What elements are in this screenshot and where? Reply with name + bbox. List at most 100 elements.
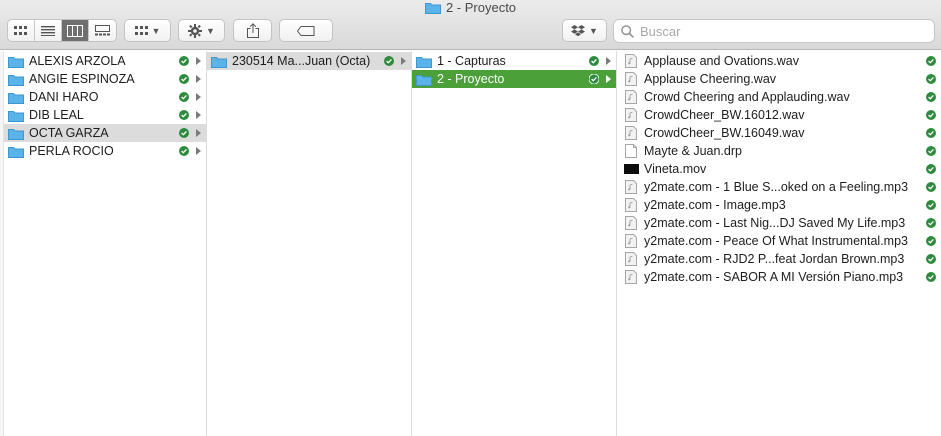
synced-check-icon — [179, 92, 189, 102]
list-view-button[interactable] — [35, 20, 63, 41]
item-label: 1 - Capturas — [437, 54, 506, 68]
column-1[interactable]: ALEXIS ARZOLA ANGIE ESPINOZA DANI HARO D… — [4, 51, 207, 436]
column-2[interactable]: 230514 Ma...Juan (Octa) — [207, 51, 412, 436]
folder-icon — [416, 72, 432, 86]
file-name: Applause and Ovations.wav — [644, 54, 799, 68]
column-3[interactable]: 1 - Capturas 2 - Proyecto — [412, 51, 617, 436]
column-browser: ALEXIS ARZOLA ANGIE ESPINOZA DANI HARO D… — [0, 51, 941, 436]
file-row[interactable]: CrowdCheer_BW.16049.wav — [617, 124, 941, 142]
list-item[interactable]: 1 - Capturas — [412, 52, 616, 70]
list-item[interactable]: DIB LEAL — [4, 106, 206, 124]
file-row[interactable]: y2mate.com - RJD2 P...feat Jordan Brown.… — [617, 250, 941, 268]
synced-check-icon — [589, 74, 599, 84]
folder-icon — [424, 1, 441, 18]
view-mode-control — [7, 19, 117, 42]
item-label: PERLA ROCIO — [29, 144, 114, 158]
synced-check-icon — [926, 110, 936, 120]
folder-icon — [8, 144, 24, 158]
chevron-right-icon — [196, 57, 201, 65]
item-label: DIB LEAL — [29, 108, 84, 122]
file-name: CrowdCheer_BW.16012.wav — [644, 108, 805, 122]
list-item-selected[interactable]: 2 - Proyecto — [412, 70, 616, 88]
group-by-button[interactable]: ▼ — [124, 19, 171, 42]
gallery-view-button[interactable] — [89, 20, 116, 41]
list-item[interactable]: PERLA ROCIO — [4, 142, 206, 160]
search-field[interactable] — [613, 19, 935, 43]
list-item[interactable]: DANI HARO — [4, 88, 206, 106]
item-label: DANI HARO — [29, 90, 99, 104]
synced-check-icon — [926, 164, 936, 174]
chevron-right-icon — [196, 147, 201, 155]
list-item[interactable]: ALEXIS ARZOLA — [4, 52, 206, 70]
file-row[interactable]: y2mate.com - Peace Of What Instrumental.… — [617, 232, 941, 250]
folder-icon — [8, 54, 24, 68]
synced-check-icon — [926, 236, 936, 246]
search-input[interactable] — [640, 23, 920, 39]
chevron-right-icon — [196, 75, 201, 83]
file-row[interactable]: Mayte & Juan.drp — [617, 142, 941, 160]
search-icon — [621, 24, 634, 38]
chevron-down-icon: ▼ — [589, 25, 598, 36]
dropbox-button[interactable]: ▼ — [562, 19, 607, 42]
list-item[interactable]: ANGIE ESPINOZA — [4, 70, 206, 88]
video-file-icon — [623, 162, 639, 176]
list-item-selected[interactable]: 230514 Ma...Juan (Octa) — [207, 52, 411, 70]
chevron-right-icon — [196, 129, 201, 137]
synced-check-icon — [926, 254, 936, 264]
file-name: CrowdCheer_BW.16049.wav — [644, 126, 805, 140]
synced-check-icon — [179, 74, 189, 84]
folder-icon — [211, 54, 227, 68]
audio-file-icon — [623, 180, 639, 194]
file-name: y2mate.com - Image.mp3 — [644, 198, 786, 212]
list-item-selected[interactable]: OCTA GARZA — [4, 124, 206, 142]
icon-view-button[interactable] — [8, 20, 35, 41]
action-button[interactable]: ▼ — [178, 19, 225, 42]
file-row[interactable]: CrowdCheer_BW.16012.wav — [617, 106, 941, 124]
file-name: Mayte & Juan.drp — [644, 144, 742, 158]
synced-check-icon — [926, 56, 936, 66]
audio-file-icon — [623, 108, 639, 122]
synced-check-icon — [179, 110, 189, 120]
item-label: OCTA GARZA — [29, 126, 109, 140]
file-row[interactable]: y2mate.com - Last Nig...DJ Saved My Life… — [617, 214, 941, 232]
file-name: y2mate.com - SABOR A MI Versión Piano.mp… — [644, 270, 904, 284]
file-name: y2mate.com - Peace Of What Instrumental.… — [644, 234, 908, 248]
icon-grid-icon — [14, 25, 28, 35]
file-row[interactable]: Crowd Cheering and Applauding.wav — [617, 88, 941, 106]
file-row[interactable]: y2mate.com - SABOR A MI Versión Piano.mp… — [617, 268, 941, 286]
file-row[interactable]: Applause Cheering.wav — [617, 70, 941, 88]
synced-check-icon — [926, 128, 936, 138]
file-name: y2mate.com - RJD2 P...feat Jordan Brown.… — [644, 252, 905, 266]
file-name: y2mate.com - 1 Blue S...oked on a Feelin… — [644, 180, 909, 194]
audio-file-icon — [623, 216, 639, 230]
file-row[interactable]: Applause and Ovations.wav — [617, 52, 941, 70]
share-button[interactable] — [233, 19, 272, 42]
item-label: ANGIE ESPINOZA — [29, 72, 135, 86]
window-title-text: 2 - Proyecto — [445, 0, 517, 15]
column-view-button[interactable] — [62, 20, 89, 41]
chevron-right-icon — [196, 93, 201, 101]
window-title: 2 - Proyecto — [0, 0, 941, 18]
synced-check-icon — [926, 74, 936, 84]
synced-check-icon — [926, 272, 936, 282]
gallery-icon — [94, 25, 110, 36]
file-row[interactable]: y2mate.com - 1 Blue S...oked on a Feelin… — [617, 178, 941, 196]
tags-button[interactable] — [279, 19, 333, 42]
audio-file-icon — [623, 72, 639, 86]
item-label: 2 - Proyecto — [437, 72, 505, 86]
column-4[interactable]: Applause and Ovations.wav Applause Cheeri… — [617, 51, 941, 436]
chevron-down-icon: ▼ — [206, 25, 215, 36]
file-row[interactable]: y2mate.com - Image.mp3 — [617, 196, 941, 214]
file-row[interactable]: Vineta.mov — [617, 160, 941, 178]
folder-icon — [416, 54, 432, 68]
tag-icon — [297, 25, 315, 36]
group-grid-icon — [134, 25, 148, 35]
folder-icon — [8, 108, 24, 122]
synced-check-icon — [926, 92, 936, 102]
audio-file-icon — [623, 234, 639, 248]
synced-check-icon — [926, 218, 936, 228]
list-icon — [40, 25, 55, 36]
folder-icon — [8, 90, 24, 104]
synced-check-icon — [179, 128, 189, 138]
synced-check-icon — [926, 200, 936, 210]
